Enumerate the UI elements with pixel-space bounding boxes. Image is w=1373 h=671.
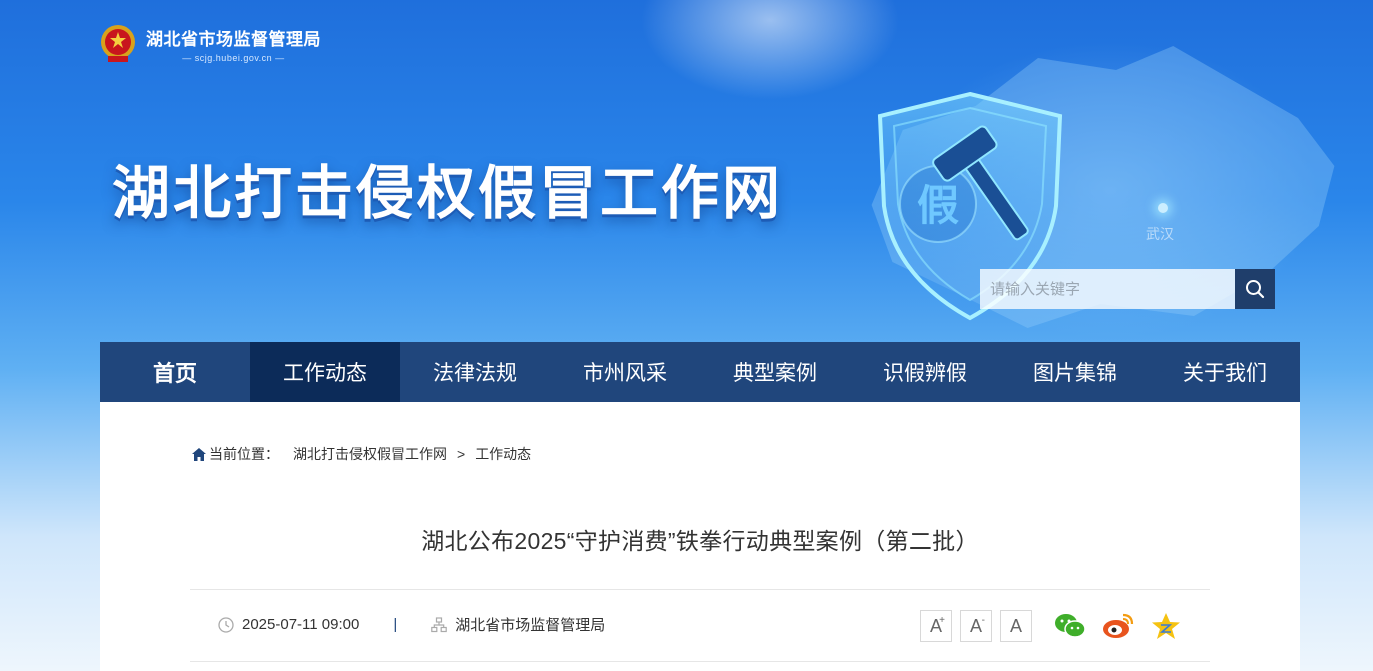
- nav-item-home[interactable]: 首页: [100, 342, 250, 402]
- divider-line: [190, 589, 1210, 590]
- nav-item-about[interactable]: 关于我们: [1150, 342, 1300, 402]
- main-nav: 首页 工作动态 法律法规 市州风采 典型案例 识假辨假 图片集锦 关于我们: [100, 342, 1300, 402]
- nav-item-cities[interactable]: 市州风采: [550, 342, 700, 402]
- wuhan-marker: [1158, 203, 1168, 213]
- search-bar: [980, 269, 1275, 309]
- national-emblem-icon: [101, 25, 135, 62]
- font-size-controls: A + A- A: [920, 610, 1040, 642]
- breadcrumb-label: 当前位置：: [209, 446, 279, 462]
- wechat-icon[interactable]: [1054, 611, 1086, 641]
- search-input[interactable]: [980, 269, 1235, 309]
- map-label: 武汉: [1146, 226, 1174, 242]
- weibo-icon[interactable]: [1102, 611, 1134, 641]
- qzone-icon[interactable]: [1150, 611, 1182, 641]
- nav-item-laws[interactable]: 法律法规: [400, 342, 550, 402]
- clock-icon: [218, 616, 234, 633]
- share-bar: [1054, 611, 1198, 641]
- org-icon: [431, 616, 448, 632]
- content-panel: 当前位置： 湖北打击侵权假冒工作网 > 工作动态 湖北公布2025“守护消费”铁…: [100, 402, 1300, 671]
- breadcrumb-link-site[interactable]: 湖北打击侵权假冒工作网: [293, 444, 447, 464]
- agency-name: 湖北省市场监督管理局: [146, 30, 321, 49]
- home-icon: [192, 447, 206, 461]
- font-increase-button[interactable]: A +: [920, 610, 952, 642]
- font-decrease-button[interactable]: A-: [960, 610, 992, 642]
- nav-item-identify-fakes[interactable]: 识假辨假: [850, 342, 1000, 402]
- search-button[interactable]: [1235, 269, 1275, 309]
- publish-date: 2025-07-11 09:00: [242, 616, 360, 633]
- agency-logo[interactable]: 湖北省市场监督管理局 — scjg.hubei.gov.cn —: [100, 24, 321, 64]
- article-title: 湖北公布2025“守护消费”铁拳行动典型案例（第二批）: [421, 528, 979, 554]
- font-reset-button[interactable]: A: [1000, 610, 1032, 642]
- search-icon: [1246, 280, 1265, 299]
- site-title: 湖北打击侵权假冒工作网: [112, 159, 784, 227]
- breadcrumb-link-section[interactable]: 工作动态: [475, 444, 531, 464]
- nav-item-gallery[interactable]: 图片集锦: [1000, 342, 1150, 402]
- nav-item-work-news[interactable]: 工作动态: [250, 342, 400, 402]
- meta-divider: |: [393, 616, 398, 633]
- divider-line-bottom: [190, 661, 1210, 662]
- nav-item-typical-cases[interactable]: 典型案例: [700, 342, 850, 402]
- shield-char: 假: [917, 181, 959, 230]
- header-glow: [640, 0, 900, 100]
- breadcrumb-separator: >: [457, 446, 466, 462]
- article-meta: 2025-07-11 09:00 | 湖北省市场监督管理局: [218, 614, 605, 635]
- agency-url: — scjg.hubei.gov.cn —: [182, 53, 285, 63]
- article-source: 湖北省市场监督管理局: [455, 617, 606, 634]
- breadcrumb: 当前位置： 湖北打击侵权假冒工作网 > 工作动态: [192, 444, 531, 464]
